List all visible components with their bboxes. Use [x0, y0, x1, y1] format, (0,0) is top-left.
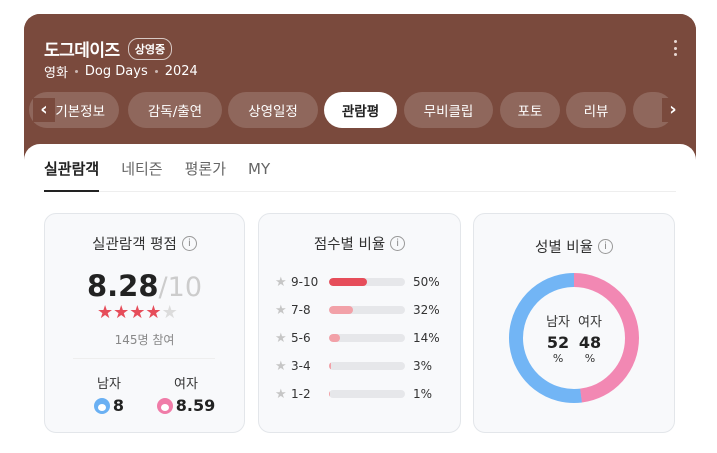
distribution-row: ★ 1-2 1%: [275, 384, 449, 404]
star-icon: ★: [275, 330, 287, 346]
donut-female: 여자 48 %: [578, 315, 602, 365]
gender-ratio-box: 성별 비율 i 남자 52 % 여자 48 %: [473, 213, 675, 433]
score-percent: 50%: [413, 275, 440, 289]
tab-bar: 기본정보 감독/출연 상영일정 관람평 무비클립 포토 리뷰 ‹ ›: [24, 92, 696, 128]
subtab-netizen[interactable]: 네티즌: [121, 158, 162, 192]
score-range: 1-2: [291, 387, 311, 401]
chevron-left-icon[interactable]: ‹: [33, 98, 55, 122]
bar-track: [329, 362, 405, 370]
score-percent: 14%: [413, 331, 440, 345]
star-icon: ★: [113, 302, 130, 323]
star-icon: ★: [275, 274, 287, 290]
score-percent: 3%: [413, 359, 433, 373]
tab-reviews-ratings[interactable]: 관람평: [324, 92, 397, 128]
female-face-icon: [156, 397, 173, 414]
distribution-row: ★ 9-10 50%: [275, 272, 449, 292]
star-icon: ★: [161, 302, 178, 323]
distribution-row: ★ 3-4 3%: [275, 356, 449, 376]
score-range: 9-10: [291, 275, 319, 289]
movie-card: 도그데이즈 상영중 영화 Dog Days 2024 기본정보 감독/출연 상영…: [24, 14, 696, 453]
score-range: 7-8: [291, 303, 311, 317]
status-badge: 상영중: [127, 37, 173, 60]
separator-dot: [74, 70, 78, 73]
donut-labels: 남자 52 % 여자 48 %: [508, 272, 640, 404]
star-icon: ★: [145, 302, 162, 323]
review-source-tabs: 실관람객 네티즌 평론가 MY: [44, 158, 676, 192]
male-face-icon: [93, 397, 110, 414]
bar-fill: [329, 362, 332, 370]
movie-title[interactable]: 도그데이즈: [44, 36, 120, 61]
bar-track: [329, 306, 405, 314]
score-max: /10: [158, 272, 203, 303]
female-score: 8.59: [175, 396, 216, 415]
reviews-panel: 실관람객 네티즌 평론가 MY 실관람객 평점 i 8.28/10 ★ ★ ★ ★ ★ 1…: [24, 144, 696, 453]
subtab-critic[interactable]: 평론가: [185, 158, 226, 192]
rating-score: 8.28/10: [45, 269, 244, 303]
bar-track: [329, 278, 405, 286]
female-label: 여자: [174, 377, 198, 392]
divider: [73, 358, 215, 359]
info-icon[interactable]: i: [181, 236, 197, 251]
bar-fill: [329, 278, 367, 286]
movie-category: 영화: [44, 66, 68, 81]
subtab-audience[interactable]: 실관람객: [44, 158, 100, 192]
bar-fill: [329, 334, 340, 342]
donut-male: 남자 52 %: [546, 315, 570, 365]
bar-fill: [329, 390, 330, 398]
audience-rating-box: 실관람객 평점 i 8.28/10 ★ ★ ★ ★ ★ 145명 참여 남자 8 여자 8…: [44, 213, 245, 433]
distribution-row: ★ 7-8 32%: [275, 300, 449, 320]
score-percent: 1%: [413, 387, 433, 401]
bar-fill: [329, 306, 354, 314]
tab-photos[interactable]: 포토: [500, 92, 560, 128]
star-icon: ★: [275, 302, 287, 318]
movie-english-title: Dog Days: [84, 64, 148, 79]
chevron-right-icon[interactable]: ›: [662, 98, 684, 122]
female-rating: 여자 8.59: [155, 373, 217, 415]
score-value: 8.28: [86, 269, 159, 303]
star-rating: ★ ★ ★ ★ ★: [97, 303, 178, 323]
distribution-title: 점수별 비율 i: [259, 233, 460, 254]
rating-title: 실관람객 평점 i: [45, 233, 244, 254]
distribution-row: ★ 5-6 14%: [275, 328, 449, 348]
tab-review[interactable]: 리뷰: [566, 92, 626, 128]
tab-director-cast[interactable]: 감독/출연: [128, 92, 222, 128]
movie-year: 2024: [164, 64, 198, 79]
star-icon: ★: [97, 302, 114, 323]
score-percent: 32%: [413, 303, 440, 317]
bar-track: [329, 390, 405, 398]
star-icon: ★: [275, 358, 287, 374]
tab-schedule[interactable]: 상영일정: [228, 92, 318, 128]
movie-header: 도그데이즈 상영중 영화 Dog Days 2024 기본정보 감독/출연 상영…: [24, 14, 696, 164]
star-icon: ★: [129, 302, 146, 323]
info-icon[interactable]: i: [597, 239, 613, 254]
male-rating: 남자 8: [79, 373, 139, 415]
bar-track: [329, 334, 405, 342]
score-range: 5-6: [291, 331, 311, 345]
movie-subtitle: 영화 Dog Days 2024: [44, 62, 198, 81]
separator-dot: [154, 70, 158, 73]
more-vertical-icon[interactable]: [672, 40, 678, 56]
score-distribution-box: 점수별 비율 i ★ 9-10 50% ★ 7-8 32% ★ 5-6 14% ★ 3-4 3% ★ 1-2…: [258, 213, 461, 433]
title-row: 도그데이즈 상영중: [44, 36, 173, 61]
gender-title: 성별 비율 i: [474, 236, 674, 257]
gender-donut-chart: 남자 52 % 여자 48 %: [508, 272, 640, 404]
participant-count: 145명 참여: [114, 333, 175, 347]
info-icon[interactable]: i: [390, 236, 406, 251]
male-label: 남자: [97, 377, 121, 392]
star-icon: ★: [275, 386, 287, 402]
subtab-my[interactable]: MY: [248, 158, 270, 192]
score-range: 3-4: [291, 359, 311, 373]
tab-movie-clips[interactable]: 무비클립: [404, 92, 493, 128]
male-score: 8: [112, 396, 125, 415]
